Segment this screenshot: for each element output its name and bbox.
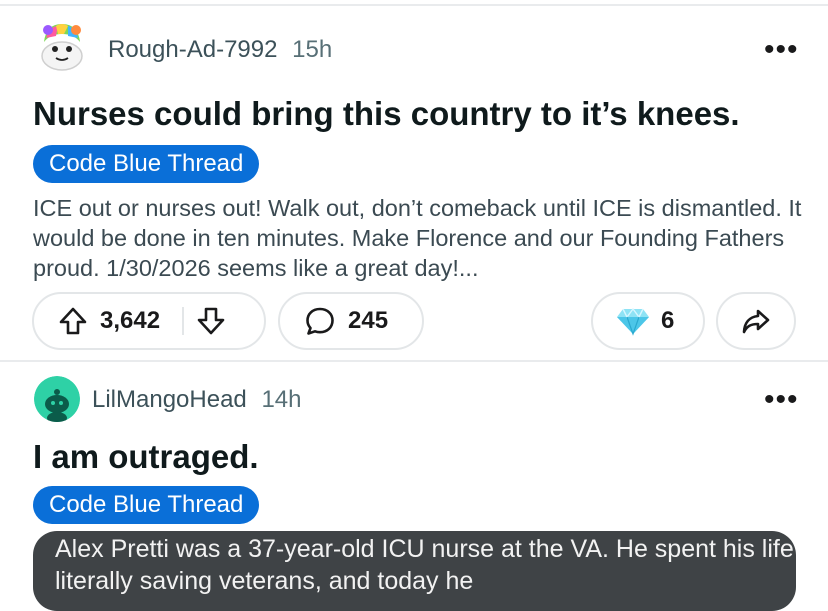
post-body[interactable]: ICE out or nurses out! Walk out, don’t c… [33,193,803,283]
post-title[interactable]: Nurses could bring this country to it’s … [33,95,740,133]
post-card[interactable]: Rough-Ad-7992 15h ••• Nurses could bring… [0,0,828,360]
post-author[interactable]: LilMangoHead 14h [92,386,302,414]
snoo-avatar-icon [34,376,80,422]
arrow-down-icon[interactable] [196,306,226,336]
award-button[interactable]: 6 [591,292,705,350]
flair-badge[interactable]: Code Blue Thread [33,145,260,183]
post-time: 15h [292,36,333,63]
flair-badge[interactable]: Code Blue Thread [33,486,260,524]
share-arrow-icon [741,306,771,336]
vote-control: 3,642 [32,292,266,350]
post-time: 14h [261,386,302,413]
author-name[interactable]: Rough-Ad-7992 [108,36,277,63]
post-author[interactable]: Rough-Ad-7992 15h [108,36,332,64]
vote-separator [182,307,185,335]
user-avatar[interactable] [34,18,90,74]
comment-count: 245 [348,307,389,334]
arrow-up-icon[interactable] [58,306,88,336]
upvote-count: 3,642 [100,307,161,334]
author-name[interactable]: LilMangoHead [92,386,247,413]
post-body: Alex Pretti was a 37-year-old ICU nurse … [55,535,794,595]
post-title[interactable]: I am outraged. [33,438,259,476]
more-options-button[interactable]: ••• [764,385,799,415]
post-preview[interactable]: Alex Pretti was a 37-year-old ICU nurse … [33,531,796,611]
user-avatar[interactable] [34,376,80,422]
diamond-icon [615,306,651,336]
snoo-avatar-icon [34,18,90,74]
speech-bubble-icon [304,305,336,337]
more-options-button[interactable]: ••• [764,35,799,65]
share-button[interactable] [716,292,796,350]
comments-button[interactable]: 245 [278,292,424,350]
award-count: 6 [661,307,675,334]
